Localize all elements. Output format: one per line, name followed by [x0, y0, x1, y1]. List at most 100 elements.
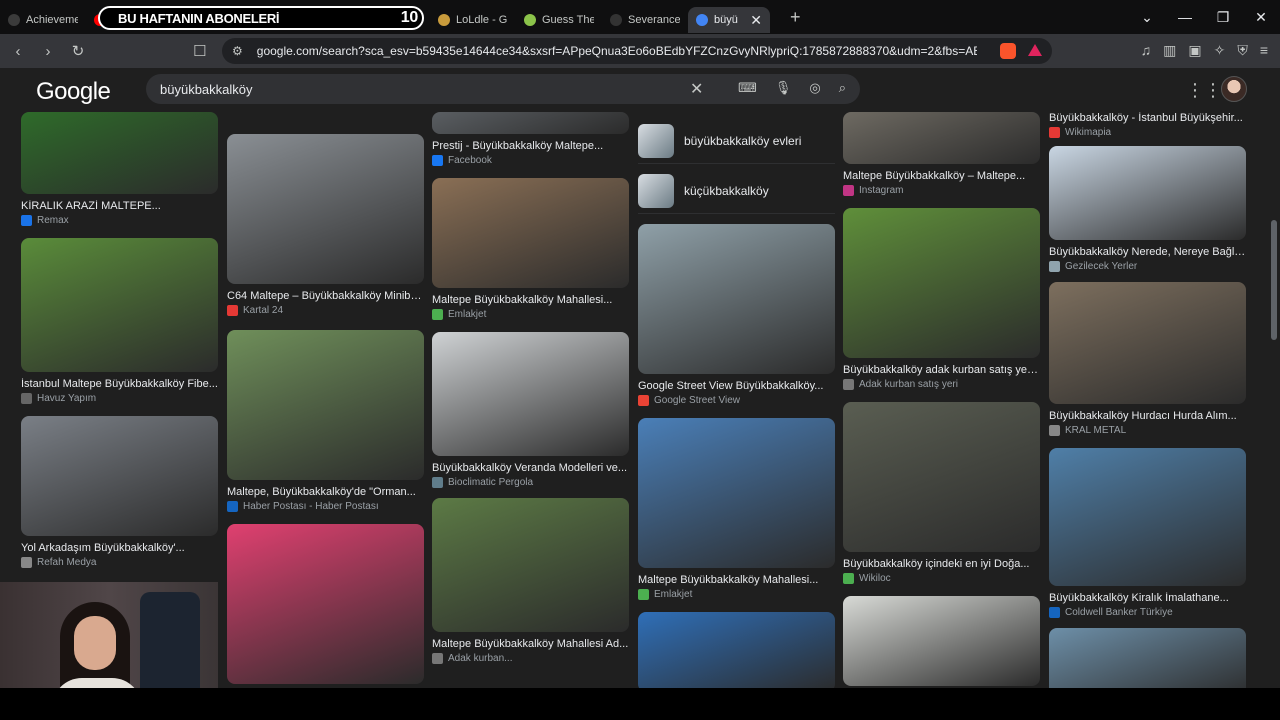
site-info-icon[interactable]: ⚙ — [232, 44, 243, 58]
result-source[interactable]: Emlakjet — [638, 589, 835, 600]
image-result[interactable]: Google Street View Büyükbakkalköy... Goog… — [638, 224, 835, 406]
result-title[interactable]: C64 Maltepe – Büyükbakkalköy Minibü... — [227, 290, 424, 302]
address-bar[interactable]: ⚙ google.com/search?sca_esv=b59435e14644… — [222, 38, 1052, 64]
result-thumbnail[interactable] — [227, 134, 424, 284]
result-title[interactable]: KİRALIK ARAZİ MALTEPE... — [21, 200, 218, 212]
microphone-icon[interactable]: 🎙 — [775, 80, 792, 96]
result-source[interactable]: Remax — [21, 215, 218, 226]
result-title[interactable]: Maltepe Büyükbakkalköy Mahallesi Ad... — [432, 638, 629, 650]
image-result[interactable]: Büyükbakkalköy içindeki en iyi Doğa... Wi… — [843, 402, 1040, 584]
result-thumbnail[interactable] — [432, 178, 629, 288]
close-window-icon[interactable]: ✕ — [1242, 9, 1280, 26]
result-thumbnail[interactable] — [1049, 282, 1246, 404]
image-result[interactable]: Maltepe Büyükbakkalköy Mahallesi... Emlak… — [638, 418, 835, 600]
result-thumbnail[interactable] — [1049, 628, 1246, 688]
keyboard-icon[interactable]: ⌨ — [738, 80, 757, 96]
result-title[interactable]: Maltepe, Büyükbakkalköy'de "Orman... — [227, 486, 424, 498]
result-source[interactable]: Adak kurban satış yeri — [843, 379, 1040, 390]
search-input[interactable]: büyükbakkalköy — [160, 82, 253, 97]
result-source[interactable]: Wikimapia — [1049, 127, 1246, 138]
result-thumbnail[interactable] — [227, 524, 424, 684]
result-source[interactable]: Google Street View — [638, 395, 835, 406]
related-search-1[interactable]: büyükbakkalköy evleri — [638, 118, 835, 164]
result-thumbnail[interactable] — [1049, 146, 1246, 240]
result-thumbnail[interactable] — [638, 418, 835, 568]
tab-8[interactable]: büyü ✕ — [688, 7, 770, 33]
image-result[interactable]: Büyükbakkalköy Nerede, Nereye Bağlı,... G… — [1049, 146, 1246, 272]
result-thumbnail[interactable] — [843, 208, 1040, 358]
tab-0[interactable]: Achievements — [0, 7, 86, 33]
image-result[interactable]: İstanbul Maltepe Büyükbakkalköy Fibe... H… — [21, 238, 218, 404]
result-source[interactable]: Refah Medya — [21, 557, 218, 568]
result-source[interactable]: Haber Postası - Haber Postası — [227, 501, 424, 512]
clear-icon[interactable]: ✕ — [690, 79, 703, 99]
result-thumbnail[interactable] — [21, 238, 218, 372]
camera-search-icon[interactable]: ◎ — [809, 80, 820, 96]
result-title[interactable]: Yol Arkadaşım Büyükbakkalköy'... — [21, 542, 218, 554]
result-title[interactable]: İstanbul Maltepe Büyükbakkalköy Fibe... — [21, 378, 218, 390]
image-result[interactable]: Büyükbakkalköy Veranda Modelleri ve... Bi… — [432, 332, 629, 488]
image-result[interactable]: Büyükbakkalköy adak kurban satış yeri...… — [843, 208, 1040, 390]
vpn-icon[interactable]: ⛨ — [1237, 42, 1248, 59]
result-source[interactable]: Adak kurban... — [432, 653, 629, 664]
image-result[interactable] — [1049, 628, 1246, 688]
media-icon[interactable]: ♫ — [1141, 42, 1152, 59]
result-thumbnail[interactable] — [843, 596, 1040, 686]
brave-shield-icon[interactable] — [1000, 43, 1016, 59]
result-thumbnail[interactable] — [638, 612, 835, 688]
result-title[interactable]: Büyükbakkalköy Veranda Modelleri ve... — [432, 462, 629, 474]
image-result[interactable]: Maltepe, Büyükbakkalköy'de "Orman... Habe… — [227, 330, 424, 512]
image-result[interactable]: Büyükbakkalköy - İstanbul Büyükşehir... W… — [1049, 112, 1246, 138]
google-logo[interactable]: Google — [36, 78, 111, 106]
tab-6[interactable]: Guess The — [516, 7, 602, 33]
result-source[interactable]: Havuz Yapım — [21, 393, 218, 404]
scrollbar[interactable] — [1268, 112, 1280, 688]
scrollbar-thumb[interactable] — [1271, 220, 1277, 340]
image-result[interactable]: KİRALIK ARAZİ MALTEPE... Remax — [21, 112, 218, 226]
result-source[interactable]: Coldwell Banker Türkiye — [1049, 607, 1246, 618]
result-thumbnail[interactable] — [843, 112, 1040, 164]
result-thumbnail[interactable] — [638, 224, 835, 374]
search-icon[interactable]: ⌕ — [839, 80, 846, 96]
result-title[interactable]: Maltepe Büyükbakkalköy – Maltepe... — [843, 170, 1040, 182]
image-result[interactable]: Maltepe Büyükbakkalköy Mahallesi... Emlak… — [432, 178, 629, 320]
result-thumbnail[interactable] — [432, 332, 629, 456]
reload-icon[interactable]: ↻ — [66, 39, 90, 63]
related-search-2[interactable]: küçükbakkalköy — [638, 168, 835, 214]
result-source[interactable]: Bioclimatic Pergola — [432, 477, 629, 488]
image-result[interactable]: Prestij - Büyükbakkalköy Maltepe... Faceb… — [432, 112, 629, 166]
avatar[interactable] — [1221, 76, 1247, 102]
result-source[interactable]: Facebook — [432, 155, 629, 166]
image-result[interactable]: Maltepe Büyükbakkalköy – Maltepe... Insta… — [843, 112, 1040, 196]
result-title[interactable]: Büyükbakkalköy adak kurban satış yeri... — [843, 364, 1040, 376]
image-result[interactable]: Yol Arkadaşım Büyükbakkalköy'... Refah Me… — [21, 416, 218, 568]
tab-5[interactable]: LoLdle - G — [430, 7, 516, 33]
result-source[interactable]: Instagram — [843, 185, 1040, 196]
minimize-icon[interactable]: — — [1166, 9, 1204, 25]
sidebar-icon[interactable]: ▥ — [1163, 42, 1176, 59]
result-title[interactable]: Büyükbakkalköy - İstanbul Büyükşehir... — [1049, 112, 1246, 124]
new-tab-icon[interactable]: + — [790, 7, 801, 28]
result-title[interactable]: Büyükbakkalköy içindeki en iyi Doğa... — [843, 558, 1040, 570]
back-icon[interactable]: ‹ — [6, 39, 30, 63]
image-result[interactable] — [843, 596, 1040, 686]
result-thumbnail[interactable] — [21, 416, 218, 536]
result-title[interactable]: Maltepe Büyükbakkalköy Mahallesi... — [638, 574, 835, 586]
result-title[interactable]: Prestij - Büyükbakkalköy Maltepe... — [432, 140, 629, 152]
result-source[interactable]: Kartal 24 — [227, 305, 424, 316]
maximize-icon[interactable]: ❐ — [1204, 9, 1242, 26]
result-title[interactable]: Büyükbakkalköy Nerede, Nereye Bağlı,... — [1049, 246, 1246, 258]
result-thumbnail[interactable] — [432, 498, 629, 632]
brave-rewards-icon[interactable] — [1028, 44, 1042, 56]
leo-icon[interactable]: ✧ — [1214, 42, 1226, 59]
bookmark-icon[interactable]: ☐ — [193, 42, 206, 60]
image-result[interactable]: Büyükbakkalköy Hurdacı Hurda Alım... KRAL… — [1049, 282, 1246, 436]
image-result[interactable] — [638, 612, 835, 688]
result-source[interactable]: Gezilecek Yerler — [1049, 261, 1246, 272]
image-result[interactable] — [227, 524, 424, 684]
image-result[interactable]: Büyükbakkalköy Kiralık İmalathane... Cold… — [1049, 448, 1246, 618]
result-thumbnail[interactable] — [843, 402, 1040, 552]
result-source[interactable]: Wikiloc — [843, 573, 1040, 584]
tab-7[interactable]: Severance — [602, 7, 688, 33]
result-thumbnail[interactable] — [1049, 448, 1246, 586]
